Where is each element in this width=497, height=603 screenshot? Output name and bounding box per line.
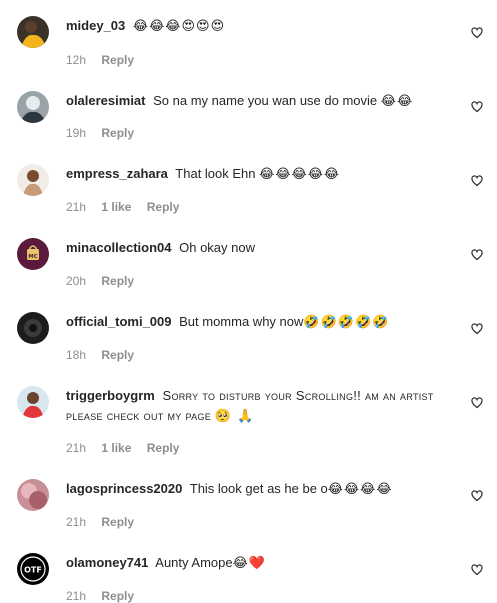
- heart-icon[interactable]: [471, 249, 483, 261]
- comment-username[interactable]: olaleresimiat: [66, 93, 146, 108]
- comment-username[interactable]: olamoney741: [66, 555, 148, 570]
- comment-emoji: 😂❤️: [232, 556, 266, 571]
- comment-item: official_tomi_009 But momma why now🤣🤣🤣🤣🤣…: [0, 312, 497, 386]
- comment-text: This look get as he be o: [189, 481, 328, 496]
- comment-line: midey_03 😂😂😂😍😍😍: [66, 16, 457, 37]
- heart-icon[interactable]: [471, 323, 483, 335]
- avatar-initials: OTF: [24, 566, 42, 575]
- comment-item: OTF olamoney741 Aunty Amope😂❤️ 21h Reply: [0, 553, 497, 603]
- comment-username[interactable]: official_tomi_009: [66, 314, 172, 329]
- comment-meta: 21h 1 like Reply: [66, 441, 191, 455]
- reply-button[interactable]: Reply: [147, 441, 180, 455]
- avatar[interactable]: MC: [17, 238, 49, 270]
- comment-emoji: 🥺 🙏: [214, 409, 255, 424]
- comment-item: MC minacollection04 Oh okay now 20h Repl…: [0, 238, 497, 312]
- comment-item: empress_zahara That look Ehn 😂😂😂😂😂 21h 1…: [0, 164, 497, 238]
- comment-item: olaleresimiat So na my name you wan use …: [0, 91, 497, 165]
- comment-username[interactable]: lagosprincess2020: [66, 481, 182, 496]
- reply-button[interactable]: Reply: [101, 274, 134, 288]
- comment-time: 21h: [66, 441, 87, 455]
- comment-meta: 19h Reply: [66, 126, 146, 140]
- comment-line: olamoney741 Aunty Amope😂❤️: [66, 553, 457, 574]
- reply-button[interactable]: Reply: [147, 200, 180, 214]
- comment-meta: 20h Reply: [66, 274, 146, 288]
- comment-line: triggerboygrm Sorry to disturb your Scro…: [66, 386, 457, 427]
- comment-text: Oh okay now: [179, 240, 255, 255]
- comment-line: olaleresimiat So na my name you wan use …: [66, 91, 457, 112]
- heart-icon[interactable]: [471, 397, 483, 409]
- avatar[interactable]: [17, 386, 49, 418]
- comment-meta: 21h Reply: [66, 515, 146, 529]
- comment-line: official_tomi_009 But momma why now🤣🤣🤣🤣🤣: [66, 312, 457, 333]
- comment-text: But momma why now: [179, 314, 304, 329]
- avatar[interactable]: [17, 312, 49, 344]
- comment-line: empress_zahara That look Ehn 😂😂😂😂😂: [66, 164, 457, 185]
- comment-emoji: 🤣🤣🤣🤣🤣: [303, 315, 390, 330]
- comment-time: 18h: [66, 348, 87, 362]
- reply-button[interactable]: Reply: [101, 515, 134, 529]
- comment-emoji: 😂😂😂😂: [327, 482, 393, 497]
- like-count[interactable]: 1 like: [101, 441, 131, 455]
- avatar[interactable]: [17, 164, 49, 196]
- comment-line: minacollection04 Oh okay now: [66, 238, 457, 258]
- comment-username[interactable]: minacollection04: [66, 240, 171, 255]
- comment-emoji: 😂😂: [380, 94, 414, 109]
- heart-icon[interactable]: [471, 564, 483, 576]
- comment-time: 21h: [66, 515, 87, 529]
- heart-icon[interactable]: [471, 490, 483, 502]
- comment-text: That look Ehn: [175, 166, 260, 181]
- comment-username[interactable]: empress_zahara: [66, 166, 168, 181]
- comment-text: So na my name you wan use do movie: [153, 93, 381, 108]
- avatar[interactable]: [17, 16, 49, 48]
- comment-item: lagosprincess2020 This look get as he be…: [0, 479, 497, 553]
- comment-time: 21h: [66, 200, 87, 214]
- comment-username[interactable]: midey_03: [66, 18, 125, 33]
- comment-emoji: 😂😂😂😂😂: [259, 167, 341, 182]
- heart-icon[interactable]: [471, 101, 483, 113]
- avatar-initials: MC: [28, 254, 38, 260]
- comment-text: Aunty Amope: [155, 555, 233, 570]
- comment-line: lagosprincess2020 This look get as he be…: [66, 479, 457, 500]
- heart-icon[interactable]: [471, 175, 483, 187]
- reply-button[interactable]: Reply: [101, 348, 134, 362]
- comment-meta: 18h Reply: [66, 348, 146, 362]
- comment-meta: 12h Reply: [66, 53, 146, 67]
- reply-button[interactable]: Reply: [101, 126, 134, 140]
- reply-button[interactable]: Reply: [101, 53, 134, 67]
- comment-item: midey_03 😂😂😂😍😍😍 12h Reply: [0, 16, 497, 90]
- avatar[interactable]: OTF: [17, 553, 49, 585]
- comment-meta: 21h 1 like Reply: [66, 200, 191, 214]
- comment-time: 20h: [66, 274, 87, 288]
- comment-username[interactable]: triggerboygrm: [66, 388, 155, 403]
- like-count[interactable]: 1 like: [101, 200, 131, 214]
- comment-item: triggerboygrm Sorry to disturb your Scro…: [0, 386, 497, 476]
- comment-emoji: 😂😂😂😍😍😍: [132, 19, 226, 34]
- heart-icon[interactable]: [471, 27, 483, 39]
- avatar[interactable]: [17, 91, 49, 123]
- avatar[interactable]: [17, 479, 49, 511]
- comment-time: 19h: [66, 126, 87, 140]
- comment-time: 12h: [66, 53, 87, 67]
